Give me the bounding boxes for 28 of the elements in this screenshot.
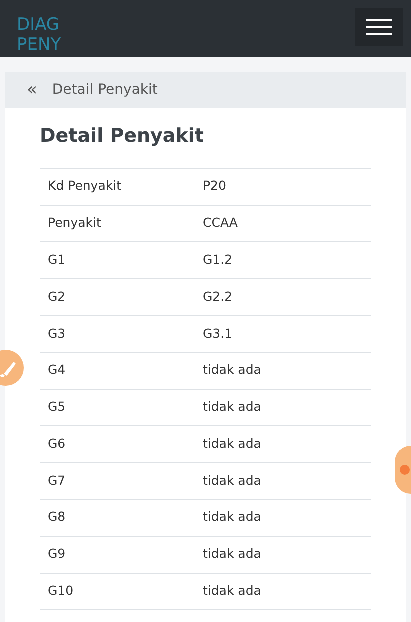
- table-cell-text: P20: [202, 177, 226, 196]
- table-cell-text: G3: [47, 324, 67, 342]
- table-cell-text: G2: [47, 288, 67, 306]
- table-cell-text: Penyakit: [47, 214, 102, 232]
- table-cell-text: tidak ada: [202, 434, 262, 453]
- table-cell-text: G1: [47, 250, 67, 269]
- table-cell-text: G5: [47, 398, 67, 416]
- table-cell-text: G1.2: [202, 250, 233, 269]
- table-cell-text: CCAA: [202, 214, 238, 232]
- table-cell-text: G6: [47, 434, 67, 453]
- table-cell-text: G8: [47, 508, 67, 526]
- table-cell-text: G3.1: [202, 324, 233, 342]
- table-cell-text: G7: [47, 472, 67, 490]
- table-cell-text: G9: [47, 545, 67, 564]
- table-cell-text: G2.2: [202, 288, 233, 306]
- table-cell-text: tidak ada: [202, 361, 262, 380]
- brand-link[interactable]: DIAG PENY: [17, 0, 67, 55]
- table-cell-text: tidak ada: [202, 545, 262, 564]
- table-cell-text: tidak ada: [202, 398, 262, 416]
- table-cell-text: tidak ada: [202, 508, 262, 526]
- table-cell-text: tidak ada: [202, 472, 262, 490]
- table-cell-text: tidak ada: [202, 582, 262, 600]
- table-cell-text: G10: [47, 582, 75, 600]
- table-cell-text: G4: [47, 361, 67, 380]
- table-cell-text: Kd Penyakit: [47, 177, 122, 196]
- page-heading: Detail Penyakit: [40, 125, 205, 148]
- breadcrumb-label: Detail Penyakit: [52, 80, 158, 100]
- back-icon[interactable]: «: [27, 82, 38, 98]
